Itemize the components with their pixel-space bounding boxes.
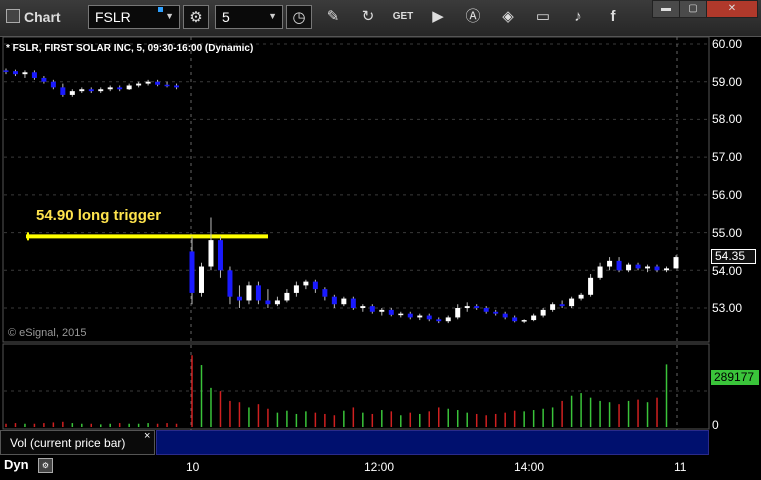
y-tick-label: 53.00 [712,301,743,315]
candle-body [407,313,413,318]
candle-body [88,89,94,92]
trigger-annotation[interactable]: 54.90 long trigger [36,207,161,224]
candle-body [521,320,527,322]
copyright-text: © eSignal, 2015 [8,327,87,339]
candle-body [98,89,104,92]
candle-body [246,285,252,301]
candle-body [41,77,47,82]
candle-body [569,298,575,307]
candle-body [578,294,584,299]
candle-body [464,306,470,308]
volume-value-tag: 289177 [711,370,759,385]
candle-body [174,85,180,88]
candle-body [60,87,66,95]
candle-body [597,266,603,278]
candle-body [540,309,546,316]
candle-body [50,81,56,88]
candle-body [388,309,394,315]
y-tick-label: 60.00 [712,37,743,51]
candle-body [79,89,85,92]
candle-body [126,85,132,90]
candle-body [217,240,223,271]
candle-body [293,285,299,293]
candle-body [626,264,632,271]
candle-body [474,306,480,308]
candle-body [164,84,170,87]
dynamic-label[interactable]: Dyn [4,457,29,472]
candle-body [502,313,508,318]
candle-body [189,251,195,293]
candle-body [145,81,151,84]
x-tick-label: 11 [674,460,687,474]
candle-body [236,296,242,301]
volume-legend-bar [156,430,709,455]
candle-body [445,317,451,322]
candle-body [322,289,328,297]
close-icon[interactable]: × [144,430,150,442]
candle-body [645,266,651,269]
candle-body [635,264,641,269]
price-chart[interactable] [0,0,761,480]
candle-body [531,315,537,321]
candle-body [117,87,123,90]
chart-legend: * FSLR, FIRST SOLAR INC, 5, 09:30-16:00 … [6,43,254,54]
volume-legend[interactable]: Vol (current price bar) [0,430,155,455]
candle-body [379,309,385,312]
y-tick-label: 55.00 [712,226,743,240]
candle-body [31,72,37,78]
y-tick-label: 59.00 [712,75,743,89]
candle-body [512,317,518,322]
candle-body [654,266,660,271]
candle-body [398,313,404,316]
candle-body [607,260,613,267]
candle-body [22,72,28,75]
candle-body [455,308,461,318]
x-tick-label: 14:00 [514,460,545,474]
candle-body [360,306,366,308]
y-tick-label: 56.00 [712,188,743,202]
candle-body [12,71,18,75]
candle-body [436,319,442,322]
x-tick-label: 12:00 [364,460,395,474]
candle-body [417,315,423,318]
candle-body [284,292,290,301]
candle-body [664,268,670,271]
candle-body [303,281,309,286]
candle-body [69,91,75,95]
candle-body [312,281,318,290]
candle-body [493,311,499,314]
volume-y-tick-label: 0 [712,418,719,432]
candle-body [588,277,594,295]
lock-icon[interactable]: ⚙ [38,458,53,473]
candle-body [559,304,565,307]
candle-body [426,315,432,320]
candle-body [3,70,9,72]
candle-body [274,300,280,305]
candle-body [227,270,233,297]
price-pane-frame [2,36,710,343]
candle-body [350,298,356,308]
candle-body [198,266,204,293]
candle-body [255,285,261,301]
candle-body [265,300,271,305]
y-tick-label: 57.00 [712,150,743,164]
candle-body [550,304,556,310]
candle-body [369,306,375,312]
candle-body [208,240,214,267]
y-tick-label: 54.00 [712,264,743,278]
candle-body [341,298,347,305]
candle-body [483,308,489,312]
y-tick-label: 58.00 [712,112,743,126]
current-price-tag: 54.35 [711,249,756,264]
volume-pane-frame [2,343,710,430]
candle-body [673,257,679,269]
candle-body [136,83,142,86]
candle-body [155,81,161,85]
candle-body [331,296,337,305]
candle-body [107,87,113,90]
candle-body [616,260,622,271]
x-tick-label: 10 [186,460,200,474]
